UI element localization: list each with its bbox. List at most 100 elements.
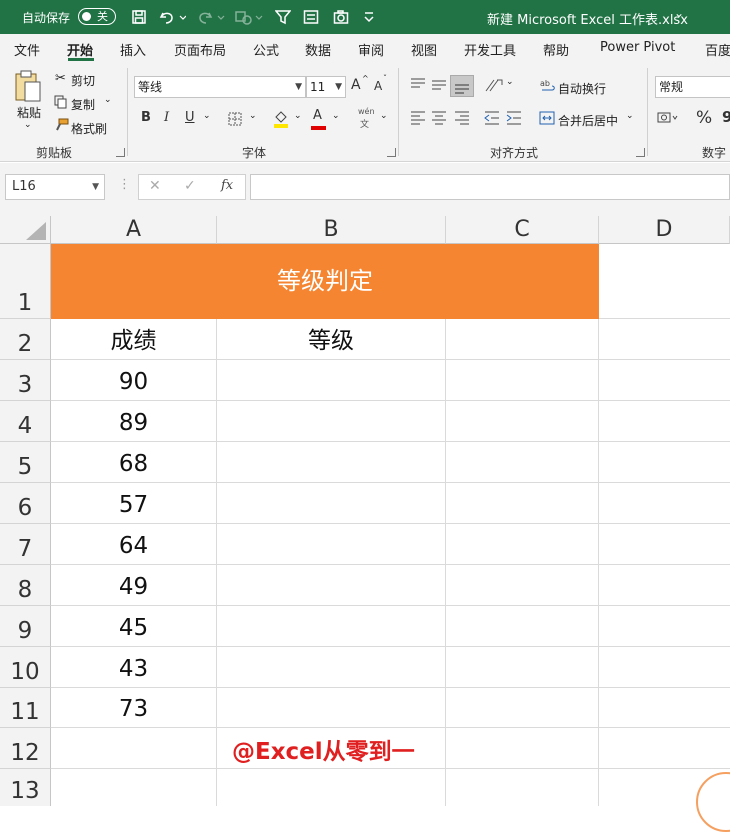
align-bottom-button[interactable] <box>450 75 474 97</box>
cut-button[interactable]: 剪切 <box>71 72 95 89</box>
paste-dropdown-icon[interactable]: ⌄ <box>24 120 32 130</box>
align-center-icon[interactable] <box>431 111 447 128</box>
underline-button[interactable]: U <box>185 110 195 125</box>
align-left-icon[interactable] <box>410 111 426 128</box>
row-header-11[interactable]: 11 <box>0 688 51 728</box>
phonetic-dropdown-icon[interactable]: ⌄ <box>380 111 388 121</box>
font-color-dropdown-icon[interactable]: ⌄ <box>332 111 340 121</box>
tab-page-layout[interactable]: 页面布局 <box>174 40 226 59</box>
row-header-9[interactable]: 9 <box>0 606 51 647</box>
align-middle-icon[interactable] <box>431 78 447 95</box>
format-painter-icon[interactable] <box>54 118 69 135</box>
cut-icon[interactable]: ✂ <box>55 71 66 86</box>
bold-button[interactable]: B <box>141 110 151 125</box>
fill-color-icon[interactable] <box>273 110 289 131</box>
wrap-text-icon[interactable]: ab <box>540 78 556 97</box>
tab-review[interactable]: 审阅 <box>358 40 384 59</box>
row-header-7[interactable]: 7 <box>0 524 51 565</box>
tab-baidu[interactable]: 百度 <box>705 40 730 59</box>
tab-data[interactable]: 数据 <box>305 40 331 59</box>
merge-dropdown-icon[interactable]: ⌄ <box>626 111 634 121</box>
cell-a2[interactable]: 成绩 <box>51 319 216 359</box>
copy-button[interactable]: 复制 <box>71 96 95 113</box>
italic-button[interactable]: I <box>164 110 169 125</box>
insert-function-button[interactable]: fx <box>221 178 233 193</box>
filter-icon[interactable] <box>272 7 294 27</box>
cell-a5[interactable]: 68 <box>51 442 216 482</box>
cell-a3[interactable]: 90 <box>51 360 216 400</box>
column-header-c[interactable]: C <box>446 216 599 244</box>
copy-dropdown-icon[interactable]: ⌄ <box>104 95 112 105</box>
orientation-icon[interactable] <box>484 77 504 96</box>
tab-power-pivot[interactable]: Power Pivot <box>600 40 675 55</box>
font-launcher-icon[interactable] <box>387 148 396 157</box>
cell-a7[interactable]: 64 <box>51 524 216 564</box>
row-header-6[interactable]: 6 <box>0 483 51 524</box>
orientation-dropdown-icon[interactable]: ⌄ <box>506 77 514 87</box>
font-size-select[interactable]: 11 ▼ <box>306 76 346 98</box>
clipboard-launcher-icon[interactable] <box>116 148 125 157</box>
customize-qat-icon[interactable] <box>360 7 378 27</box>
cell-a11[interactable]: 73 <box>51 688 216 727</box>
align-right-icon[interactable] <box>454 111 470 128</box>
row-header-1[interactable]: 1 <box>0 244 51 319</box>
row-header-4[interactable]: 4 <box>0 401 51 442</box>
shrink-font-button[interactable]: A <box>374 79 382 93</box>
column-header-d[interactable]: D <box>599 216 730 244</box>
tab-view[interactable]: 视图 <box>411 40 437 59</box>
row-header-2[interactable]: 2 <box>0 319 51 360</box>
merge-center-icon[interactable] <box>539 111 555 128</box>
underline-dropdown-icon[interactable]: ⌄ <box>203 111 211 121</box>
font-color-button[interactable]: A <box>313 108 322 123</box>
row-header-3[interactable]: 3 <box>0 360 51 401</box>
column-header-b[interactable]: B <box>217 216 446 244</box>
name-box[interactable]: L16 ▼ <box>5 174 105 200</box>
border-icon[interactable] <box>228 112 242 129</box>
row-header-5[interactable]: 5 <box>0 442 51 483</box>
cell-a9[interactable]: 45 <box>51 606 216 646</box>
grow-font-button[interactable]: A <box>351 77 361 93</box>
border-dropdown-icon[interactable]: ⌄ <box>249 111 257 121</box>
tab-developer[interactable]: 开发工具 <box>464 40 516 59</box>
wrap-text-button[interactable]: 自动换行 <box>558 80 606 97</box>
number-format-select[interactable]: 常规 <box>655 76 730 98</box>
phonetic-pinyin[interactable]: wén <box>358 107 375 116</box>
column-header-a[interactable]: A <box>51 216 217 244</box>
cell-a6[interactable]: 57 <box>51 483 216 523</box>
tab-formulas[interactable]: 公式 <box>253 40 279 59</box>
merge-center-button[interactable]: 合并后居中 <box>558 112 618 129</box>
row-header-10[interactable]: 10 <box>0 647 51 688</box>
tab-file[interactable]: 文件 <box>14 40 40 59</box>
formula-input[interactable] <box>250 174 730 200</box>
camera-icon[interactable] <box>330 7 352 27</box>
format-painter-button[interactable]: 格式刷 <box>71 120 107 137</box>
tab-insert[interactable]: 插入 <box>120 40 146 59</box>
font-name-select[interactable]: 等线 ▼ <box>134 76 306 98</box>
cell-a8[interactable]: 49 <box>51 565 216 605</box>
form-icon[interactable] <box>300 7 322 27</box>
alignment-launcher-icon[interactable] <box>636 148 645 157</box>
cell-a10[interactable]: 43 <box>51 647 216 687</box>
save-icon[interactable] <box>128 7 150 27</box>
percent-button[interactable]: % <box>696 108 712 128</box>
select-all-button[interactable] <box>0 216 51 244</box>
autosave-toggle[interactable]: 关 <box>78 8 116 25</box>
align-top-icon[interactable] <box>410 78 426 95</box>
phonetic-char[interactable]: 文 <box>360 117 369 130</box>
accounting-format-icon[interactable] <box>657 111 679 128</box>
copy-icon[interactable] <box>54 95 68 112</box>
decrease-indent-icon[interactable] <box>484 111 500 128</box>
comma-style-button[interactable]: 9 <box>722 108 730 126</box>
title-dropdown-icon[interactable]: ⌄ <box>674 6 684 20</box>
row-header-12[interactable]: 12 <box>0 728 51 769</box>
increase-indent-icon[interactable] <box>506 111 522 128</box>
cell-b2[interactable]: 等级 <box>217 319 445 359</box>
row-header-13[interactable]: 13 <box>0 769 51 806</box>
fill-color-dropdown-icon[interactable]: ⌄ <box>294 111 302 121</box>
paste-icon[interactable] <box>12 70 44 108</box>
undo-icon[interactable] <box>156 7 188 27</box>
paste-button[interactable]: 粘贴 <box>17 104 41 121</box>
row-header-8[interactable]: 8 <box>0 565 51 606</box>
tab-help[interactable]: 帮助 <box>543 40 569 59</box>
title-cell-a1-c1[interactable]: 等级判定 <box>51 244 599 319</box>
